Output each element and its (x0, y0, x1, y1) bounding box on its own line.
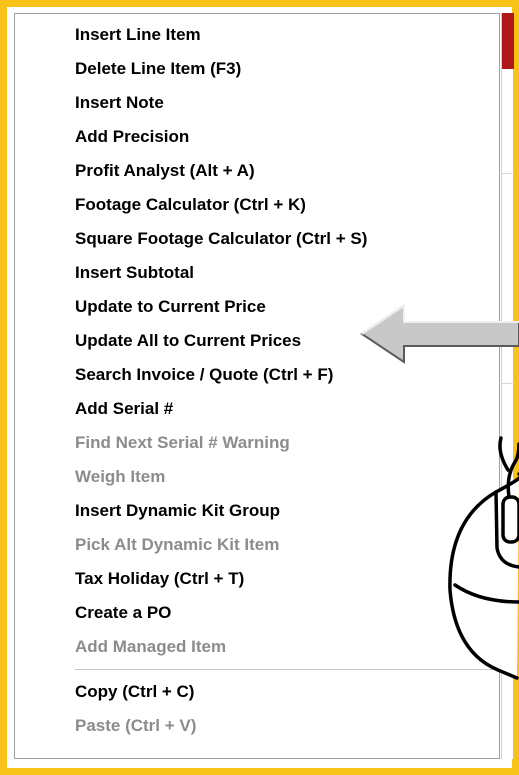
background-title-bar (502, 13, 514, 69)
menu-item-insert-dynamic-kit-group[interactable]: Insert Dynamic Kit Group (75, 494, 280, 528)
menu-item-insert-subtotal[interactable]: Insert Subtotal (75, 256, 194, 290)
menu-item-find-next-serial-warning[interactable]: Find Next Serial # Warning (75, 426, 290, 460)
menu-item-pick-alt-dynamic-kit-item[interactable]: Pick Alt Dynamic Kit Item (75, 528, 279, 562)
menu-item-insert-line-item[interactable]: Insert Line Item (75, 18, 201, 52)
menu-item-tax-holiday[interactable]: Tax Holiday (Ctrl + T) (75, 562, 244, 596)
menu-item-insert-note[interactable]: Insert Note (75, 86, 164, 120)
menu-item-weigh-item[interactable]: Weigh Item (75, 460, 165, 494)
menu-item-add-serial[interactable]: Add Serial # (75, 392, 173, 426)
background-grid-line (502, 383, 514, 384)
menu-item-search-invoice-quote[interactable]: Search Invoice / Quote (Ctrl + F) (75, 358, 333, 392)
menu-item-add-precision[interactable]: Add Precision (75, 120, 189, 154)
background-window-edge (501, 13, 514, 759)
menu-item-update-all-to-current-prices[interactable]: Update All to Current Prices (75, 324, 301, 358)
menu-item-update-to-current-price[interactable]: Update to Current Price (75, 290, 266, 324)
menu-item-footage-calculator[interactable]: Footage Calculator (Ctrl + K) (75, 188, 306, 222)
menu-item-add-managed-item[interactable]: Add Managed Item (75, 630, 226, 664)
context-menu: Insert Line Item Delete Line Item (F3) I… (14, 13, 500, 759)
menu-item-square-footage-calculator[interactable]: Square Footage Calculator (Ctrl + S) (75, 222, 367, 256)
menu-item-paste[interactable]: Paste (Ctrl + V) (75, 709, 196, 743)
menu-item-copy[interactable]: Copy (Ctrl + C) (75, 675, 194, 709)
background-grid-line (502, 173, 514, 174)
menu-separator (75, 669, 493, 670)
menu-item-create-a-po[interactable]: Create a PO (75, 596, 171, 630)
menu-item-delete-line-item[interactable]: Delete Line Item (F3) (75, 52, 241, 86)
menu-item-profit-analyst[interactable]: Profit Analyst (Alt + A) (75, 154, 255, 188)
